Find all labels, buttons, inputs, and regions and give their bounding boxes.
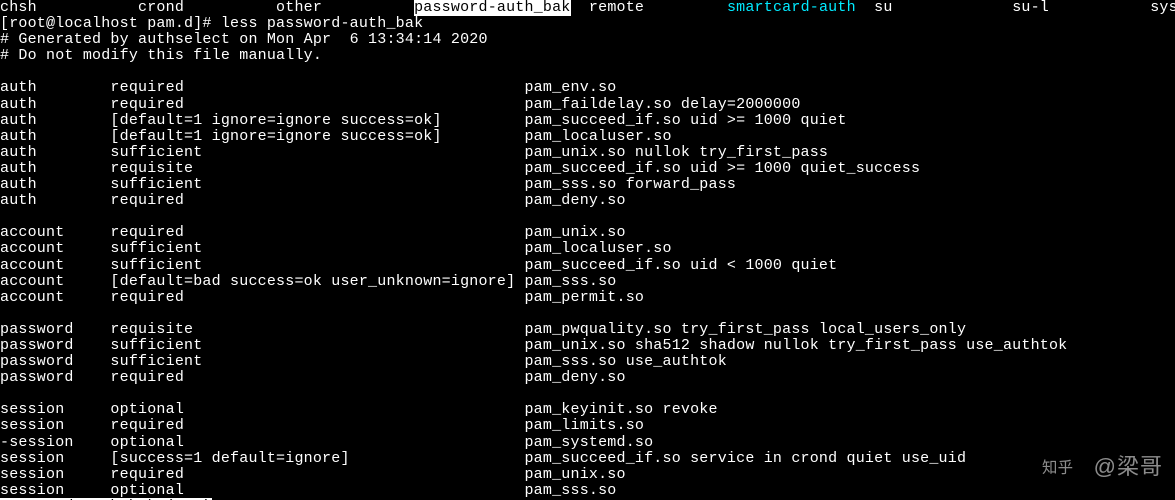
terminal-output[interactable]: chsh crond other password-auth_bak remot… <box>0 0 1175 500</box>
zhihu-icon: 知乎 <box>1042 456 1086 478</box>
svg-text:知乎: 知乎 <box>1042 459 1073 477</box>
watermark-text: @梁哥 <box>1094 459 1163 475</box>
watermark: 知乎 @梁哥 <box>1042 456 1163 478</box>
